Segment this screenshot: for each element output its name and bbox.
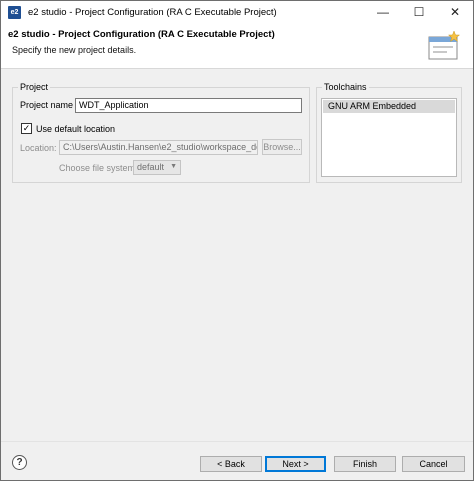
help-icon[interactable]: ? <box>12 455 27 470</box>
file-system-label: Choose file system: <box>59 163 138 173</box>
location-label: Location: <box>20 143 57 153</box>
project-name-label: Project name <box>20 100 74 110</box>
close-button[interactable]: ✕ <box>437 1 473 23</box>
page-description: Specify the new project details. <box>12 45 137 55</box>
project-name-input[interactable]: WDT_Application <box>75 98 302 113</box>
toolchains-list[interactable]: GNU ARM Embedded <box>321 98 457 177</box>
wizard-header: e2 studio - Project Configuration (RA C … <box>1 23 473 69</box>
window-title: e2 studio - Project Configuration (RA C … <box>28 6 277 18</box>
footer-divider <box>1 441 473 442</box>
browse-button[interactable]: Browse... <box>262 139 302 155</box>
project-group-label: Project <box>18 82 51 92</box>
page-title: e2 studio - Project Configuration (RA C … <box>8 29 275 40</box>
list-item[interactable]: GNU ARM Embedded <box>323 100 455 113</box>
location-input[interactable]: C:\Users\Austin.Hansen\e2_studio\workspa… <box>59 140 258 155</box>
cancel-button-label: Cancel <box>419 459 448 469</box>
minimize-button[interactable]: — <box>365 1 401 23</box>
back-button-label: < Back <box>217 459 245 469</box>
window-controls: — ☐ ✕ <box>365 1 473 23</box>
checkmark-icon: ✓ <box>22 123 31 133</box>
back-button[interactable]: < Back <box>200 456 262 472</box>
chevron-down-icon: ▼ <box>170 163 177 170</box>
cancel-button[interactable]: Cancel <box>402 456 465 472</box>
use-default-location-label: Use default location <box>36 124 116 134</box>
file-system-select[interactable]: default ▼ <box>133 160 181 175</box>
use-default-location-checkbox[interactable]: ✓ <box>21 123 32 134</box>
toolchains-group-label: Toolchains <box>322 82 369 92</box>
maximize-button[interactable]: ☐ <box>401 1 437 23</box>
e2-studio-app-icon: e2 <box>8 5 21 19</box>
finish-button[interactable]: Finish <box>334 456 396 472</box>
dialog-window: e2 e2 studio - Project Configuration (RA… <box>0 0 474 481</box>
finish-button-label: Finish <box>352 459 377 469</box>
title-bar: e2 e2 studio - Project Configuration (RA… <box>1 1 473 23</box>
wizard-banner-icon <box>428 30 461 60</box>
next-button-label: Next > <box>282 459 309 469</box>
next-button[interactable]: Next > <box>265 456 326 472</box>
file-system-value: default <box>137 162 165 172</box>
